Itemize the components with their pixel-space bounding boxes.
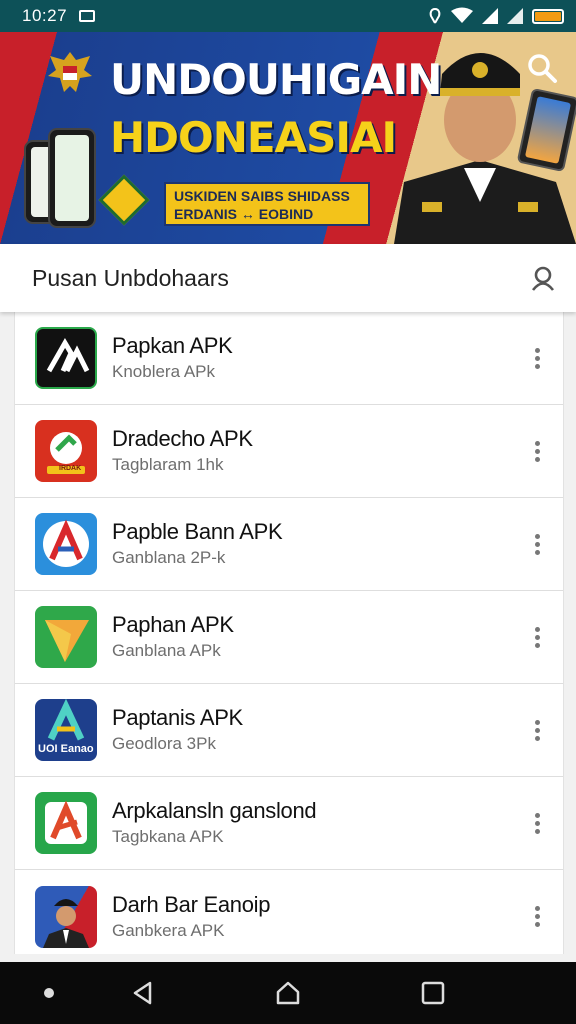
app-subtitle: Geodlora 3Pk [112,734,216,753]
promo-box: USKIDEN SAIBS SHIDASS ERDANIS ↔ EOBIND [164,182,370,226]
red-app-icon: IRDAK [35,420,97,482]
app-name: Papble Bann APK [112,519,283,544]
app-subtitle: Ganblana 2P-k [112,548,226,567]
app-subtitle: Tagblaram 1hk [112,455,224,474]
banner-subheadline: HDONEASIAI [110,113,397,162]
list-item[interactable]: Papkan APK Knoblera APk [15,312,563,405]
more-options-icon[interactable] [517,338,557,378]
navigation-bar [0,962,576,1024]
app-name: Arpkalansln ganslond [112,798,317,823]
user-icon[interactable] [530,265,556,291]
promo-banner[interactable]: UNDOUHIGAIN HDONEASIAI USKIDEN SAIBS SHI… [0,32,576,244]
icon-caption: UOI Eanao [38,743,94,755]
blue-a-icon [35,513,97,575]
more-options-icon[interactable] [517,431,557,471]
app-name: Paptanis APK [112,705,243,730]
status-time: 10:27 [22,6,68,25]
app-subtitle: Ganblana APk [112,641,221,660]
search-header[interactable]: Pusan Unbdohaars [0,244,576,312]
recents-icon[interactable] [420,980,446,1006]
promo-line2: ERDANIS ↔ EOBIND [174,206,314,222]
more-options-icon[interactable] [517,710,557,750]
app-subtitle: Tagbkana APK [112,827,224,846]
app-name: Dradecho APK [112,426,253,451]
badge-icon [98,174,150,226]
list-item[interactable]: Papble Bann APK Ganblana 2P-k [15,498,563,591]
more-options-icon[interactable] [517,803,557,843]
wifi-icon [451,7,473,23]
search-title: Pusan Unbdohaars [32,264,229,291]
app-name: Darh Bar Eanoip [112,891,271,917]
back-icon[interactable] [130,980,156,1006]
battery-icon [532,8,564,24]
green-arrow-icon [35,606,97,668]
status-bar: 10:27 [0,0,576,32]
list-item[interactable]: Darh Bar Eanoip Ganbkera APK [15,870,563,963]
more-options-icon[interactable] [517,617,557,657]
garuda-emblem-icon [48,52,92,92]
app-subtitle: Knoblera APk [112,362,216,381]
promo-line1: USKIDEN SAIBS SHIDASS [174,188,350,204]
pink-logo-icon [35,327,97,389]
signal-icon [507,8,523,24]
app-name: Paphan APK [112,612,234,637]
a-letter-icon: UOI Eanao [35,699,97,761]
dot-icon[interactable] [36,980,62,1006]
app-name: Papkan APK [112,333,233,358]
app-subtitle: Ganbkera APK [112,920,225,940]
more-options-icon[interactable] [517,897,557,937]
list-item[interactable]: Arpkalansln ganslond Tagbkana APK [15,777,563,870]
app-list: Papkan APK Knoblera APk IRDAK Dradecho A… [14,312,564,954]
status-icons [428,7,564,25]
list-item[interactable]: IRDAK Dradecho APK Tagblaram 1hk [15,405,563,498]
notification-icon [79,10,96,22]
battery-level [535,11,561,21]
home-icon[interactable] [275,980,301,1006]
alarm-icon [429,8,441,24]
officer-icon [35,885,97,948]
list-item[interactable]: Paphan APK Ganblana APk [15,591,563,684]
green-a-icon [35,792,97,854]
search-icon[interactable] [526,52,558,84]
icon-caption: IRDAK [59,465,82,472]
list-item[interactable]: UOI Eanao Paptanis APK Geodlora 3Pk [15,684,563,777]
signal-icon [482,8,498,24]
more-options-icon[interactable] [517,524,557,564]
